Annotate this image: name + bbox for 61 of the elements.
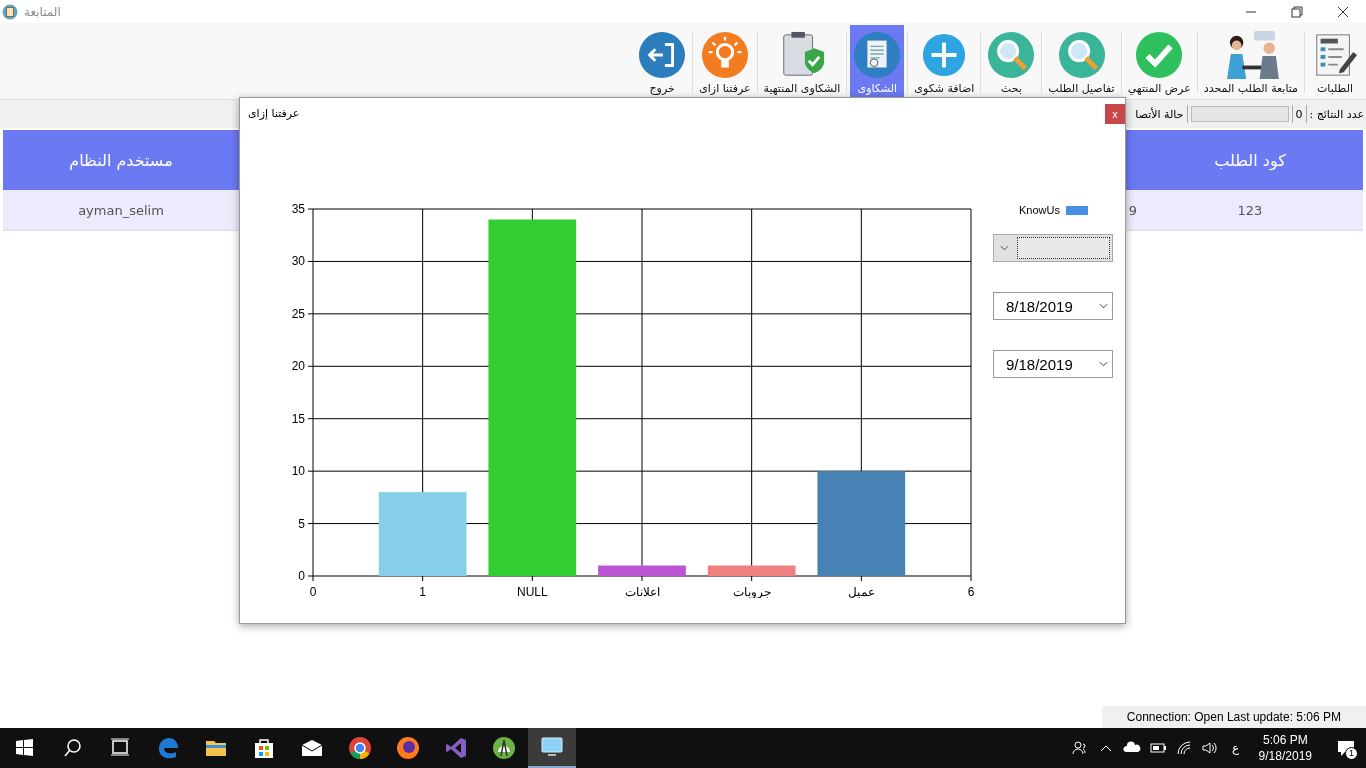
- axis-tick-label: 10: [291, 464, 305, 479]
- axis-tick-label: 1: [419, 585, 426, 598]
- axis-tick-label: 35: [291, 202, 305, 216]
- table-cell: 9: [1128, 202, 1137, 218]
- edge-browser-icon[interactable]: [156, 736, 180, 760]
- axis-tick-label: 5: [298, 516, 305, 531]
- axis-tick-label: 30: [291, 254, 305, 269]
- exit-door-icon: [638, 31, 687, 79]
- light-bulb-icon: [700, 31, 749, 79]
- table-cell: ayman_selim: [78, 202, 164, 218]
- chrome-browser-icon[interactable]: [348, 736, 372, 760]
- axis-tick-label: 25: [291, 306, 305, 321]
- search-icon: [987, 31, 1036, 79]
- column-header: مستخدم النظام: [69, 150, 173, 170]
- chevron-down-icon: [1000, 245, 1009, 251]
- toolbar-button[interactable]: بحث: [984, 25, 1039, 99]
- input-language[interactable]: ع: [1225, 741, 1245, 755]
- android-studio-icon[interactable]: [492, 736, 516, 760]
- toolbar-button[interactable]: اضافة شكوى: [911, 25, 978, 99]
- axis-tick-label: اعلانات: [624, 585, 660, 598]
- date-picker[interactable]: 8/18/2019: [993, 292, 1113, 320]
- column-header: كود الطلب: [1214, 150, 1286, 170]
- table-cell: 123: [1237, 202, 1263, 218]
- toolbar-button[interactable]: الشكاوى المنتهية: [760, 25, 844, 99]
- legend-label: KnowUs: [1019, 204, 1060, 216]
- dialog-title: عرفتنا إزاى: [248, 106, 300, 120]
- close-button[interactable]: x: [1105, 104, 1125, 124]
- chevron-down-icon: [1099, 361, 1108, 367]
- connection-label: حالة الأتصا: [1135, 107, 1184, 121]
- dropdown[interactable]: [993, 234, 1113, 262]
- results-count: 0: [1295, 107, 1303, 121]
- store-bag-icon[interactable]: [252, 736, 276, 760]
- legend-swatch: [1065, 205, 1088, 215]
- app-icon: [2, 3, 18, 20]
- axis-tick-label: 6: [967, 585, 975, 598]
- axis-tick-label: 20: [291, 359, 305, 374]
- axis-tick-label: 0: [309, 585, 317, 598]
- toolbar-button[interactable]: تفاصيل الطلب: [1045, 25, 1118, 99]
- axis-tick-label: 0: [298, 569, 305, 583]
- axis-tick-label: NULL: [517, 585, 548, 598]
- results-label: عدد النتائج :: [1309, 107, 1364, 121]
- connection-status: Connection: Open Last update: 5:06 PM: [1101, 706, 1366, 728]
- toolbar-button[interactable]: عرفتنا ازاى: [696, 25, 754, 99]
- clock[interactable]: 5:06 PM 9/18/2019: [1250, 732, 1320, 764]
- toolbar-button[interactable]: الطلبات: [1308, 25, 1362, 99]
- document-icon: [853, 31, 902, 79]
- toolbar-button[interactable]: الشكاوى: [850, 25, 905, 99]
- search-icon: [1057, 31, 1106, 79]
- monitor-app-icon[interactable]: [540, 735, 564, 759]
- toolbar-button[interactable]: متابعة الطلب المحدد: [1200, 25, 1301, 99]
- notification-count: 1: [1345, 747, 1358, 760]
- check-icon: [1135, 31, 1184, 79]
- toolbar-button[interactable]: عرض المنتهي: [1124, 25, 1194, 99]
- axis-tick-label: عميل: [847, 585, 875, 598]
- firefox-browser-icon[interactable]: [396, 736, 420, 760]
- visual-studio-icon[interactable]: [444, 736, 468, 760]
- chevron-down-icon: [1099, 303, 1108, 309]
- window-title: المتابعة: [24, 4, 61, 19]
- toolbar-button[interactable]: خروج: [635, 25, 690, 99]
- axis-tick-label: 15: [291, 411, 305, 426]
- date-picker[interactable]: 9/18/2019: [993, 350, 1113, 378]
